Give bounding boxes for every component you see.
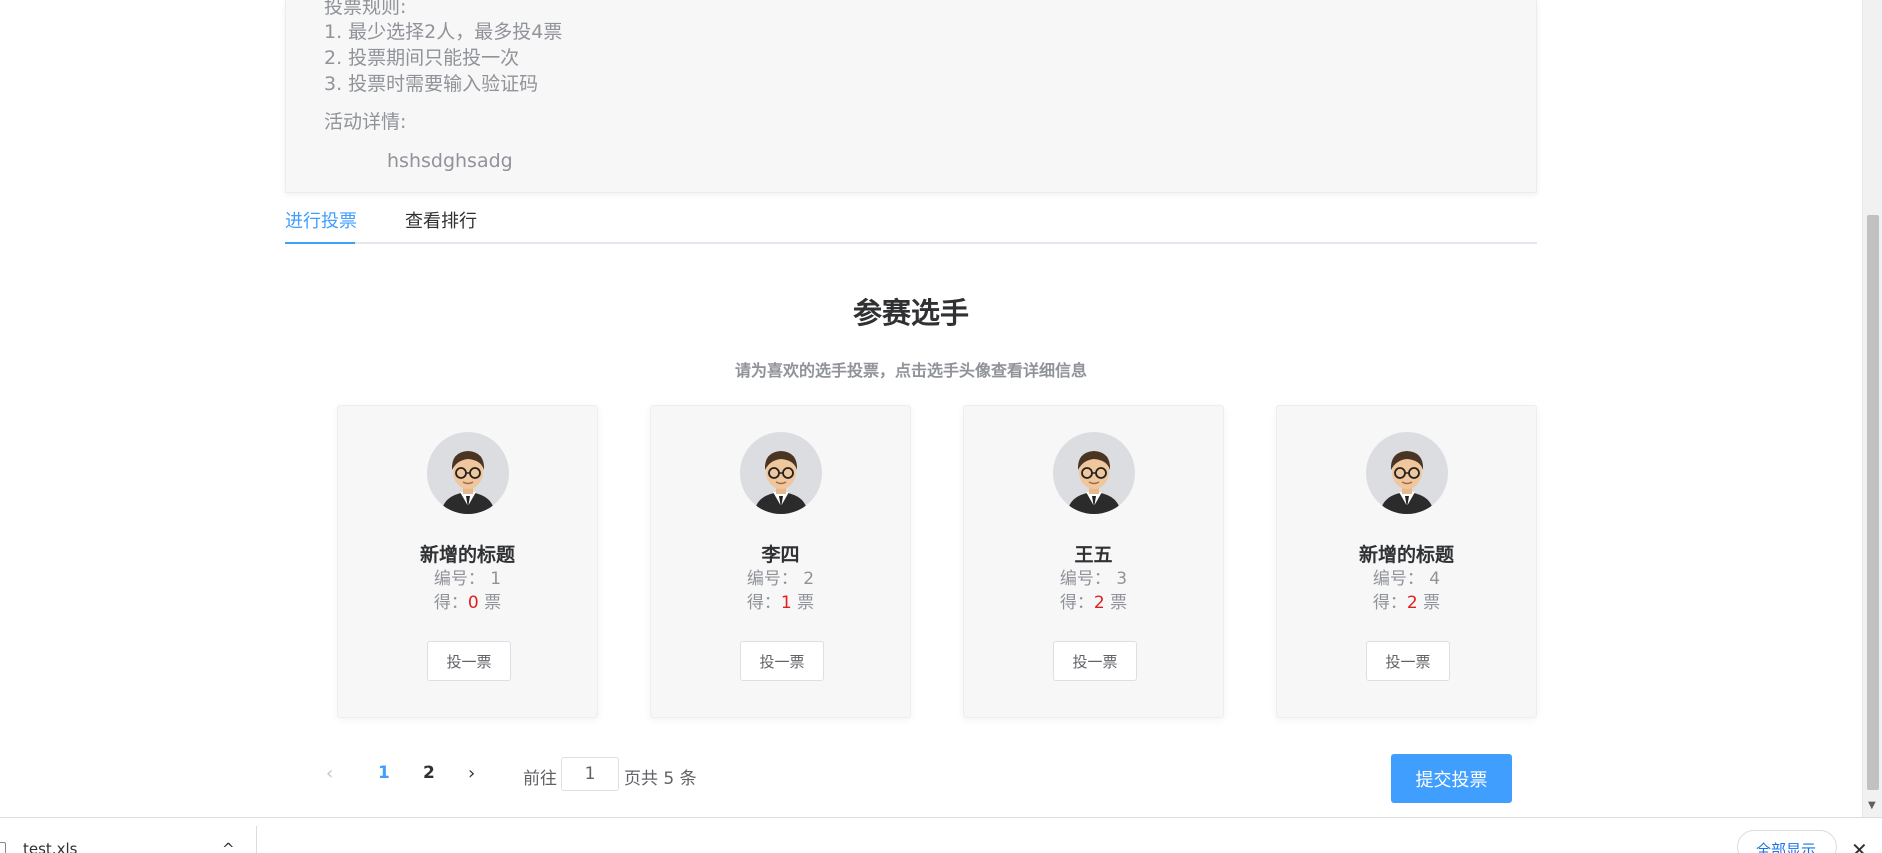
candidate-number: 编号： 1 (338, 564, 597, 589)
activity-info-panel: 投票规则: 1. 最少选择2人，最多投4票 2. 投票期间只能投一次 3. 投票… (285, 0, 1537, 193)
scrollbar-thumb[interactable] (1867, 215, 1879, 790)
section-subheading: 请为喜欢的选手投票，点击选手头像查看详细信息 (734, 361, 1087, 380)
tab-vote[interactable]: 进行投票 (285, 207, 357, 233)
download-file-name[interactable]: test.xls (23, 840, 77, 853)
candidate-avatar[interactable] (427, 432, 509, 514)
goto-label: 前往 (523, 769, 557, 789)
file-icon (0, 842, 6, 853)
activity-detail-text: hshsdghsadg (387, 150, 513, 172)
candidate-number: 编号： 4 (1277, 564, 1536, 589)
number-value: 4 (1429, 569, 1441, 589)
votes-count: 2 (1406, 593, 1418, 613)
number-label: 编号： (1059, 569, 1111, 589)
activity-detail-label: 活动详情: (324, 111, 407, 133)
candidate-card: 李四 编号： 2 得：1 票 投一票 (650, 405, 911, 718)
candidate-avatar[interactable] (740, 432, 822, 514)
page: 投票规则: 1. 最少选择2人，最多投4票 2. 投票期间只能投一次 3. 投票… (0, 0, 1882, 853)
person-avatar-icon (754, 451, 808, 514)
number-label: 编号： (746, 569, 798, 589)
candidate-votes: 得：2 票 (964, 588, 1223, 613)
tab-bar: 进行投票 查看排行 (285, 203, 1537, 244)
pagination: ‹ 1 2 › 前往 页共 5 条 (318, 757, 718, 791)
person-avatar-icon (1067, 451, 1121, 514)
scroll-down-arrow-icon[interactable]: ▼ (1868, 800, 1876, 811)
page-number-2[interactable]: 2 (423, 763, 435, 783)
vertical-scrollbar[interactable]: ▼ (1862, 0, 1882, 817)
number-label: 编号： (1372, 569, 1424, 589)
total-count: 页共 5 条 (624, 769, 697, 789)
votes-prefix: 得： (1372, 593, 1407, 613)
close-icon[interactable]: ✕ (1851, 838, 1868, 853)
divider (256, 826, 257, 853)
candidate-name: 李四 (761, 544, 800, 566)
number-value: 2 (803, 569, 815, 589)
next-page-icon[interactable]: › (468, 763, 475, 784)
prev-page-icon[interactable]: ‹ (326, 763, 333, 784)
candidate-card: 王五 编号： 3 得：2 票 投一票 (963, 405, 1224, 718)
candidate-number: 编号： 2 (651, 564, 910, 589)
votes-suffix: 票 (797, 593, 815, 613)
person-avatar-icon (1380, 451, 1434, 514)
goto-page-input[interactable] (561, 757, 619, 791)
candidate-name: 新增的标题 (419, 544, 515, 566)
vote-button[interactable]: 投一票 (427, 641, 511, 681)
number-label: 编号： (433, 569, 485, 589)
votes-suffix: 票 (484, 593, 502, 613)
vote-button[interactable]: 投一票 (740, 641, 824, 681)
vote-button[interactable]: 投一票 (1053, 641, 1137, 681)
votes-count: 2 (1093, 593, 1105, 613)
chevron-up-icon[interactable]: ^ (222, 840, 235, 853)
candidate-card: 新增的标题 编号： 4 得：2 票 投一票 (1276, 405, 1537, 718)
candidate-name: 新增的标题 (1358, 544, 1454, 566)
download-bar: test.xls ^ 全部显示 ✕ (0, 817, 1882, 853)
rule-3: 3. 投票时需要输入验证码 (324, 73, 539, 95)
person-avatar-icon (441, 451, 495, 514)
candidate-votes: 得：0 票 (338, 588, 597, 613)
candidate-votes: 得：1 票 (651, 588, 910, 613)
show-all-button[interactable]: 全部显示 (1737, 830, 1837, 853)
number-value: 3 (1116, 569, 1128, 589)
votes-count: 0 (467, 593, 479, 613)
candidate-votes: 得：2 票 (1277, 588, 1536, 613)
votes-prefix: 得： (746, 593, 781, 613)
votes-prefix: 得： (433, 593, 468, 613)
votes-count: 1 (780, 593, 792, 613)
votes-suffix: 票 (1110, 593, 1128, 613)
votes-suffix: 票 (1423, 593, 1441, 613)
submit-vote-button[interactable]: 提交投票 (1391, 754, 1512, 803)
candidate-avatar[interactable] (1366, 432, 1448, 514)
candidate-number: 编号： 3 (964, 564, 1223, 589)
page-number-1[interactable]: 1 (378, 763, 390, 783)
tab-ranking[interactable]: 查看排行 (405, 207, 477, 233)
candidate-card: 新增的标题 编号： 1 得：0 票 投一票 (337, 405, 598, 718)
active-tab-indicator (285, 242, 355, 244)
votes-prefix: 得： (1059, 593, 1094, 613)
section-heading: 参赛选手 (852, 296, 969, 330)
rule-1: 1. 最少选择2人，最多投4票 (324, 21, 563, 43)
rule-2: 2. 投票期间只能投一次 (324, 47, 520, 69)
number-value: 1 (490, 569, 502, 589)
candidate-name: 王五 (1074, 544, 1113, 566)
candidate-avatar[interactable] (1053, 432, 1135, 514)
vote-button[interactable]: 投一票 (1366, 641, 1450, 681)
